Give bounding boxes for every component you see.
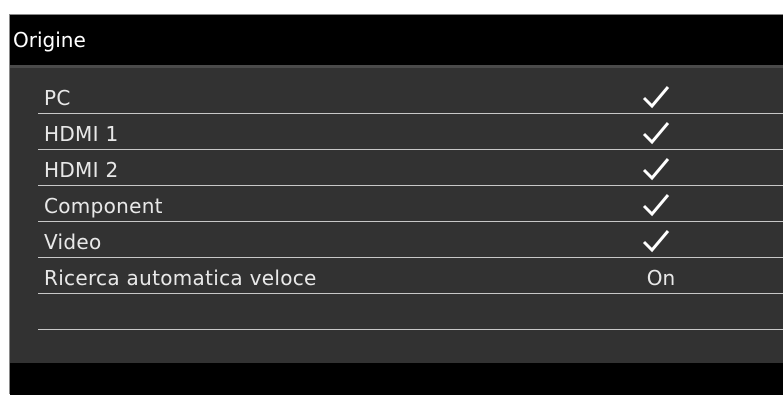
checkmark-icon: [642, 86, 670, 109]
menu-item-quick-auto-search[interactable]: Ricerca automatica veloce On: [38, 258, 783, 294]
checkmark-icon: [642, 230, 670, 253]
menu-item-label: Video: [44, 230, 102, 254]
menu-item-empty: [38, 294, 783, 330]
menu-item-label: Component: [44, 194, 163, 218]
menu-item-label: PC: [44, 86, 71, 110]
checkmark-icon: [642, 158, 670, 181]
menu-item-label: HDMI 2: [44, 158, 119, 182]
menu-item-pc[interactable]: PC: [38, 78, 783, 114]
menu-item-label: HDMI 1: [44, 122, 119, 146]
checkmark-icon: [642, 194, 670, 217]
osd-menu-panel: Origine PC HDMI 1 HDMI 2 Component Video…: [9, 14, 783, 395]
menu-item-hdmi-1[interactable]: HDMI 1: [38, 114, 783, 150]
menu-title: Origine: [10, 15, 783, 65]
source-menu-list: PC HDMI 1 HDMI 2 Component Video Ricerca…: [38, 78, 783, 330]
menu-item-hdmi-2[interactable]: HDMI 2: [38, 150, 783, 186]
title-divider: [10, 65, 783, 68]
checkmark-icon: [642, 122, 670, 145]
menu-item-component[interactable]: Component: [38, 186, 783, 222]
menu-item-value: On: [646, 266, 676, 290]
menu-item-video[interactable]: Video: [38, 222, 783, 258]
menu-item-label: Ricerca automatica veloce: [44, 266, 317, 290]
bottom-bar: [10, 363, 783, 395]
